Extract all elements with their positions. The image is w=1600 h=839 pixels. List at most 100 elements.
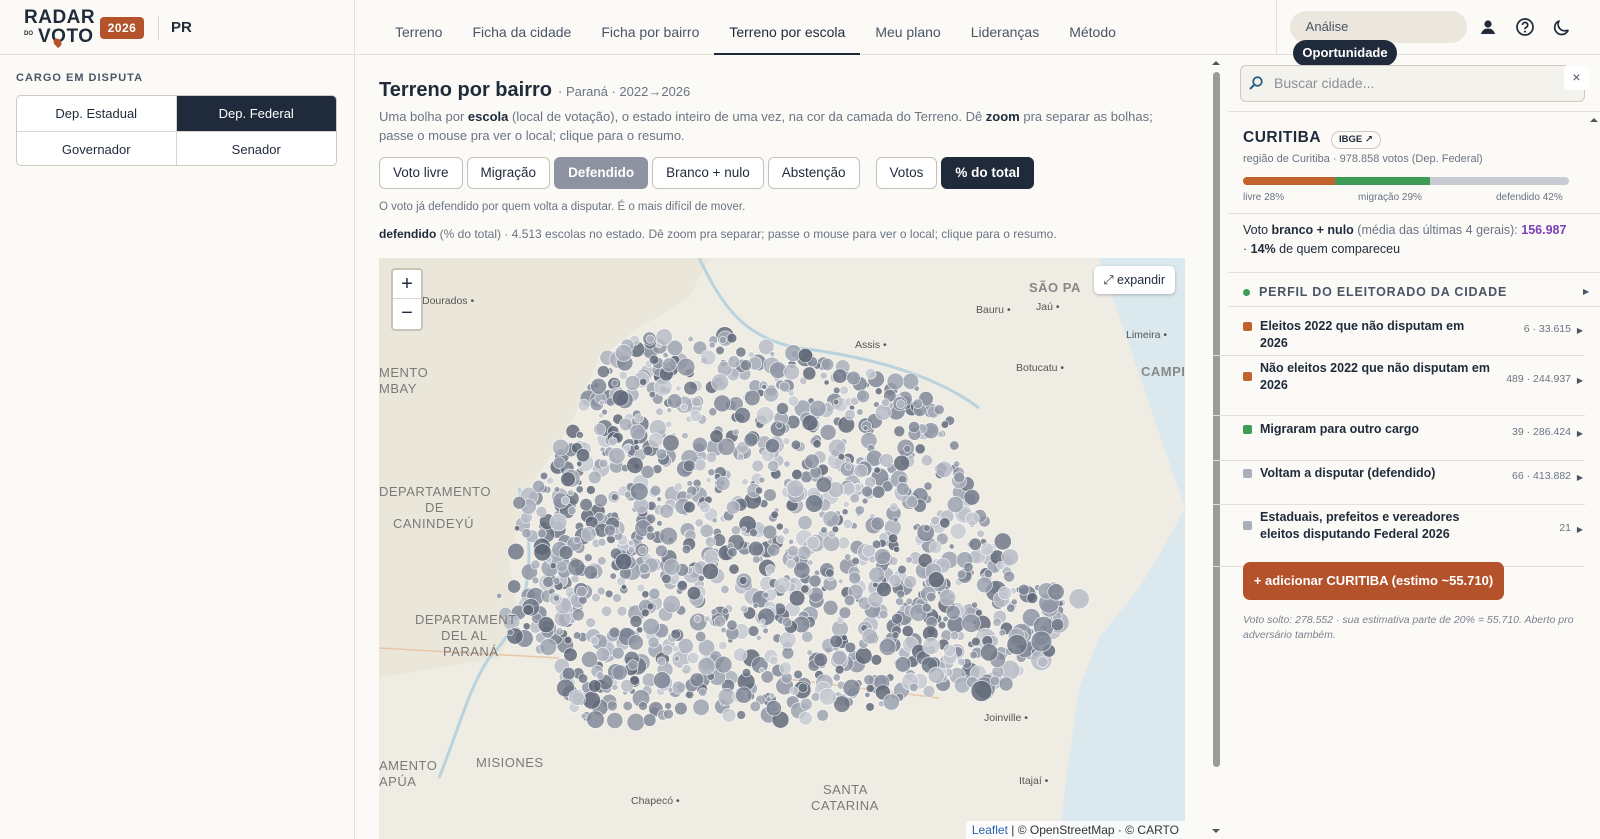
- mode-analise-button[interactable]: Análise: [1293, 14, 1361, 40]
- school-bubble[interactable]: [552, 438, 570, 457]
- school-bubble[interactable]: [611, 646, 625, 660]
- school-bubble[interactable]: [848, 571, 862, 585]
- school-bubble[interactable]: [593, 493, 608, 508]
- school-bubble[interactable]: [642, 445, 654, 457]
- school-bubble[interactable]: [765, 700, 782, 717]
- school-bubble[interactable]: [767, 538, 774, 545]
- perfil-row[interactable]: Eleitos 2022 que não disputam em 2026 6 ·…: [1243, 318, 1583, 356]
- school-bubble[interactable]: [513, 525, 521, 532]
- school-bubble[interactable]: [726, 332, 738, 344]
- school-bubble[interactable]: [863, 674, 875, 686]
- school-bubble[interactable]: [663, 708, 674, 720]
- school-bubble[interactable]: [888, 533, 899, 544]
- city-search-input[interactable]: Buscar cidade...: [1240, 65, 1585, 102]
- school-bubble[interactable]: [689, 672, 705, 688]
- school-bubble[interactable]: [989, 675, 1001, 687]
- school-bubble[interactable]: [655, 544, 668, 558]
- school-bubble[interactable]: [759, 618, 766, 625]
- school-bubble[interactable]: [633, 444, 640, 451]
- school-bubble[interactable]: [713, 394, 732, 413]
- school-bubble[interactable]: [870, 654, 883, 666]
- school-bubble[interactable]: [787, 545, 799, 557]
- school-bubble[interactable]: [781, 616, 793, 628]
- school-bubble[interactable]: [922, 524, 931, 532]
- cargo-dep-estadual[interactable]: Dep. Estadual: [17, 96, 177, 132]
- school-bubble[interactable]: [611, 683, 619, 691]
- school-bubble[interactable]: [627, 659, 639, 671]
- school-bubble[interactable]: [567, 506, 577, 516]
- school-bubble[interactable]: [648, 432, 664, 448]
- school-bubble[interactable]: [593, 422, 607, 436]
- school-bubble[interactable]: [530, 559, 541, 570]
- school-bubble[interactable]: [842, 500, 850, 508]
- school-bubble[interactable]: [720, 584, 730, 595]
- school-bubble[interactable]: [656, 496, 662, 503]
- school-bubble[interactable]: [770, 510, 779, 519]
- school-bubble[interactable]: [641, 590, 650, 599]
- school-bubble[interactable]: [823, 379, 830, 386]
- school-bubble[interactable]: [708, 341, 716, 349]
- school-bubble[interactable]: [744, 389, 761, 407]
- perfil-row[interactable]: Não eleitos 2022 que não disputam em 202…: [1243, 360, 1583, 416]
- school-bubble[interactable]: [889, 502, 899, 512]
- school-bubble[interactable]: [713, 615, 727, 628]
- school-bubble[interactable]: [552, 576, 561, 585]
- school-bubble[interactable]: [767, 460, 780, 472]
- scroll-up-icon[interactable]: [1588, 115, 1600, 125]
- school-bubble[interactable]: [691, 396, 702, 407]
- school-bubble[interactable]: [601, 408, 608, 416]
- school-bubble[interactable]: [953, 460, 961, 468]
- school-bubble[interactable]: [638, 545, 648, 555]
- school-bubble[interactable]: [769, 351, 776, 357]
- school-bubble[interactable]: [682, 459, 696, 473]
- school-bubble[interactable]: [572, 631, 582, 640]
- chip-pct-total[interactable]: % do total: [941, 157, 1034, 189]
- school-bubble[interactable]: [616, 605, 628, 617]
- school-bubble[interactable]: [752, 555, 761, 564]
- tab-metodo[interactable]: Método: [1054, 0, 1131, 55]
- school-bubble[interactable]: [512, 495, 527, 510]
- school-bubble[interactable]: [560, 495, 571, 506]
- school-bubble[interactable]: [873, 466, 881, 474]
- school-bubble[interactable]: [808, 574, 822, 588]
- school-bubble[interactable]: [749, 700, 761, 713]
- school-bubble[interactable]: [563, 647, 578, 662]
- school-bubble[interactable]: [560, 471, 576, 488]
- school-bubble[interactable]: [561, 666, 576, 681]
- school-bubble[interactable]: [603, 524, 616, 537]
- school-bubble[interactable]: [629, 423, 646, 441]
- school-bubble[interactable]: [596, 365, 610, 379]
- school-bubble[interactable]: [734, 407, 751, 424]
- expand-map-button[interactable]: ⤢ expandir: [1093, 266, 1175, 294]
- school-bubble[interactable]: [879, 453, 894, 468]
- school-bubble[interactable]: [531, 576, 540, 585]
- school-bubble[interactable]: [797, 347, 814, 364]
- school-bubble[interactable]: [628, 539, 635, 546]
- school-bubble[interactable]: [1010, 598, 1018, 606]
- school-bubble[interactable]: [802, 366, 817, 381]
- school-bubble[interactable]: [914, 443, 926, 455]
- user-icon[interactable]: [1477, 16, 1499, 38]
- school-bubble[interactable]: [940, 420, 950, 429]
- school-bubble[interactable]: [686, 651, 700, 665]
- school-bubble[interactable]: [681, 664, 693, 675]
- school-bubble[interactable]: [765, 564, 776, 575]
- school-bubble[interactable]: [861, 485, 874, 498]
- school-bubble[interactable]: [586, 485, 596, 495]
- school-bubble[interactable]: [882, 693, 900, 711]
- school-bubble[interactable]: [522, 622, 531, 631]
- radar-do-voto-logo[interactable]: RADAR DO VOTO: [24, 8, 95, 49]
- school-bubble[interactable]: [590, 377, 607, 395]
- school-bubble[interactable]: [895, 399, 906, 409]
- school-bubble[interactable]: [788, 538, 795, 545]
- school-bubble[interactable]: [558, 545, 574, 560]
- school-bubble[interactable]: [521, 528, 532, 539]
- expand-arrow-icon[interactable]: ▶: [1577, 322, 1583, 339]
- school-bubble[interactable]: [844, 409, 856, 421]
- school-bubble[interactable]: [692, 698, 710, 716]
- school-bubble[interactable]: [683, 500, 696, 514]
- school-bubble[interactable]: [583, 553, 593, 563]
- school-bubble[interactable]: [597, 556, 607, 566]
- perfil-header[interactable]: PERFIL DO ELEITORADO DA CIDADE: [1243, 285, 1507, 299]
- school-bubble[interactable]: [733, 647, 748, 662]
